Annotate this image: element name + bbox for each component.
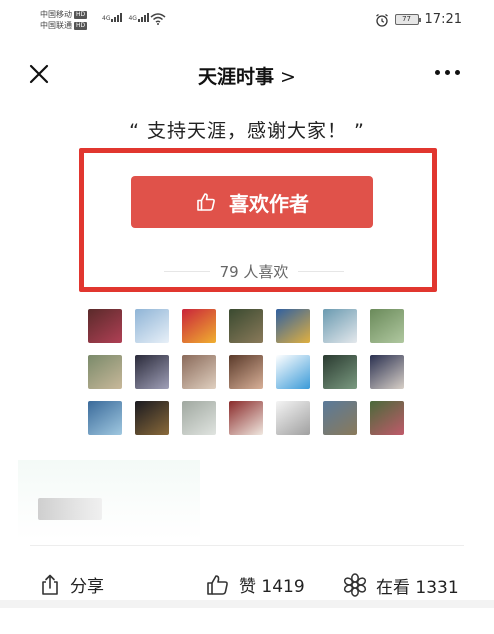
avatar-5[interactable] <box>276 309 310 343</box>
network-label: 4G <box>102 15 111 22</box>
account-name: 天涯时事 <box>198 66 275 88</box>
hd-badge: HD <box>74 21 88 30</box>
blurred-text <box>38 498 102 520</box>
footer-strip <box>0 600 494 608</box>
avatar-18[interactable] <box>229 401 263 435</box>
avatar-16[interactable] <box>135 401 169 435</box>
nav-title[interactable]: 天涯时事 > <box>0 62 494 89</box>
avatar-12[interactable] <box>276 355 310 389</box>
avatar-1[interactable] <box>88 309 122 343</box>
avatar-21[interactable] <box>370 401 404 435</box>
carrier-info: 中国移动 HD 中国联通 HD <box>40 9 88 31</box>
flower-icon <box>343 573 367 597</box>
avatar-10[interactable] <box>182 355 216 389</box>
share-label: 分享 <box>70 577 104 597</box>
status-right: 77 17:21 <box>375 12 462 27</box>
bottom-action-bar: 分享 赞 1419 在看 1331 <box>0 564 494 608</box>
avatar-14[interactable] <box>370 355 404 389</box>
chevron-right-icon: > <box>274 66 296 88</box>
avatar-20[interactable] <box>323 401 357 435</box>
support-message: “ 支持天涯，感谢大家！ ” <box>129 120 365 142</box>
battery-level: 77 <box>402 15 411 23</box>
avatar-4[interactable] <box>229 309 263 343</box>
clock: 17:21 <box>424 12 462 27</box>
like-count-row: 79 人喜欢 <box>164 261 345 282</box>
avatar-13[interactable] <box>323 355 357 389</box>
share-icon <box>42 574 58 595</box>
nav-bar: 天涯时事 > <box>0 52 494 96</box>
divider-line <box>298 271 345 272</box>
like-label: 赞 1419 <box>239 577 305 597</box>
alarm-icon <box>375 13 388 27</box>
avatar-7[interactable] <box>370 309 404 343</box>
network-label: 4G <box>128 15 137 22</box>
avatar-6[interactable] <box>323 309 357 343</box>
thumbs-up-icon <box>197 193 215 211</box>
like-count: 79 人喜欢 <box>219 263 289 281</box>
battery-icon: 77 <box>394 14 421 25</box>
watching-label: 在看 1331 <box>376 577 459 598</box>
signal-icon: 4G <box>128 13 149 22</box>
avatar-15[interactable] <box>88 401 122 435</box>
divider-line <box>164 271 210 272</box>
avatar-19[interactable] <box>276 401 310 435</box>
avatar-2[interactable] <box>135 309 169 343</box>
signal-icon: 4G <box>102 13 123 22</box>
watching-button[interactable]: 在看 1331 <box>342 572 459 598</box>
divider <box>30 545 464 546</box>
avatar-17[interactable] <box>182 401 216 435</box>
more-icon[interactable] <box>435 70 460 75</box>
share-button[interactable]: 分享 <box>38 572 104 597</box>
wifi-icon <box>150 13 166 25</box>
avatar-9[interactable] <box>135 355 169 389</box>
carrier-1: 中国移动 <box>40 10 72 19</box>
thumbs-up-icon <box>207 574 228 595</box>
like-button[interactable]: 赞 1419 <box>205 572 305 597</box>
status-bar: 中国移动 HD 中国联通 HD 4G 4G 77 17:21 <box>0 0 494 40</box>
carrier-2: 中国联通 <box>40 21 72 30</box>
like-author-label: 喜欢作者 <box>229 191 309 216</box>
signal-icons: 4G 4G <box>102 13 149 22</box>
like-author-button[interactable]: 喜欢作者 <box>131 176 373 228</box>
highlight-box: 喜欢作者 79 人喜欢 <box>79 148 437 292</box>
avatar-8[interactable] <box>88 355 122 389</box>
avatar-3[interactable] <box>182 309 216 343</box>
avatar-11[interactable] <box>229 355 263 389</box>
liker-avatar-grid <box>88 309 418 435</box>
hd-badge: HD <box>74 10 88 19</box>
